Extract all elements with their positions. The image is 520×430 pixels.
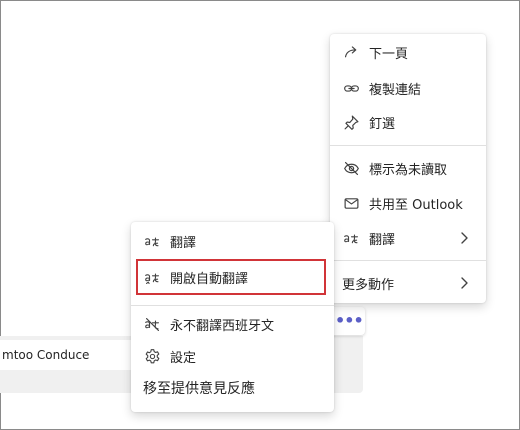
menu-item-label: 共用至 Outlook: [369, 197, 463, 213]
menu-item-label: 下一頁: [369, 46, 409, 62]
menu-item-translate[interactable]: 翻譯: [330, 222, 486, 254]
message-context-menu: 下一頁 複製連結 釘選 標示為未讀取 共用至 Outlook 翻譯 更多動作: [330, 34, 486, 303]
menu-divider: [330, 145, 486, 146]
submenu-item-feedback[interactable]: 移至提供意見反應: [131, 372, 334, 404]
menu-item-label: 標示為未讀取: [369, 162, 448, 178]
menu-item-pin[interactable]: 釘選: [330, 106, 486, 138]
menu-item-more-actions[interactable]: 更多動作: [330, 267, 486, 299]
pin-icon: [342, 113, 360, 131]
menu-item-share-outlook[interactable]: 共用至 Outlook: [330, 187, 486, 219]
submenu-item-settings[interactable]: 設定: [131, 340, 334, 372]
menu-item-mark-unread[interactable]: 標示為未讀取: [330, 152, 486, 184]
more-options-button[interactable]: •••: [335, 311, 364, 331]
translate-off-icon: [143, 315, 161, 333]
chevron-right-icon: [461, 232, 468, 244]
submenu-item-label: 翻譯: [170, 235, 197, 251]
translate-icon: [143, 232, 161, 250]
submenu-item-translate[interactable]: 翻譯: [131, 225, 334, 257]
eye-off-icon: [342, 159, 360, 177]
menu-divider: [330, 260, 486, 261]
submenu-item-label: 永不翻譯西班牙文: [170, 318, 275, 334]
menu-item-forward[interactable]: 下一頁: [330, 36, 486, 68]
mail-icon: [342, 194, 360, 212]
submenu-item-never-translate[interactable]: 永不翻譯西班牙文: [131, 308, 334, 340]
forward-arrow-icon: [342, 43, 360, 61]
menu-item-label: 翻譯: [369, 232, 396, 248]
gear-icon: [143, 347, 161, 365]
menu-item-copy-link[interactable]: 複製連結: [330, 72, 486, 104]
menu-divider: [131, 305, 334, 306]
menu-item-label: 複製連結: [369, 82, 422, 98]
submenu-item-label: 移至提供意見反應: [143, 381, 255, 397]
translate-icon: [342, 229, 360, 247]
link-icon: [342, 79, 360, 97]
highlight-box: [136, 259, 326, 295]
chevron-right-icon: [461, 277, 468, 289]
submenu-item-label: 設定: [170, 350, 197, 366]
menu-item-label: 更多動作: [342, 277, 395, 293]
menu-item-label: 釘選: [369, 116, 396, 132]
translate-submenu: 翻譯 開啟自動翻譯 永不翻譯西班牙文 設定 移至提供意見反應: [131, 222, 334, 412]
